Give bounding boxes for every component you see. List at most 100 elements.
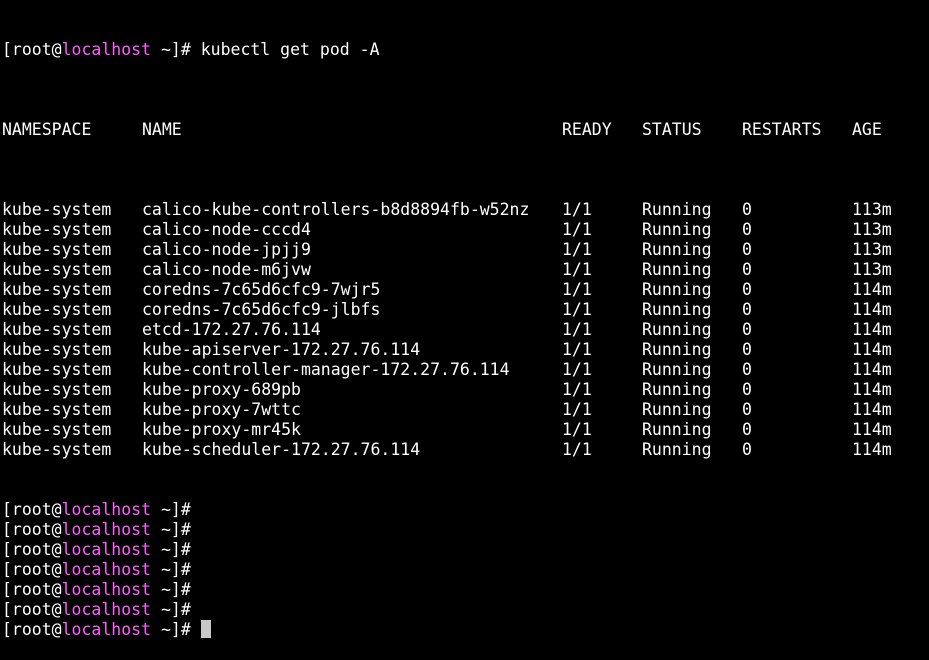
cell-restarts: 0	[742, 340, 752, 359]
prompt-open: [root@	[2, 500, 62, 519]
table-row: kube-system kube-controller-manager-172.2…	[2, 360, 929, 380]
cell-restarts: 0	[742, 220, 752, 239]
cell-pod-name: kube-proxy-7wttc	[142, 400, 301, 419]
cell-namespace: kube-system	[2, 320, 112, 339]
cell-pod-name: calico-node-m6jvw	[142, 260, 311, 279]
cell-age: 114m	[852, 420, 892, 439]
prompt-line: [root@localhost ~]#	[2, 560, 929, 580]
header-name: NAME	[142, 120, 182, 139]
cell-age: 114m	[852, 320, 892, 339]
cell-namespace: kube-system	[2, 280, 112, 299]
cell-age: 114m	[852, 340, 892, 359]
cell-ready: 1/1	[562, 220, 592, 239]
cell-status: Running	[642, 200, 712, 219]
table-row: kube-system kube-apiserver-172.27.76.114 1…	[2, 340, 929, 360]
table-row: kube-system kube-scheduler-172.27.76.114 1…	[2, 440, 929, 460]
prompt-host: localhost	[61, 600, 152, 619]
cell-namespace: kube-system	[2, 220, 112, 239]
cell-pod-name: kube-proxy-mr45k	[142, 420, 301, 439]
cell-age: 114m	[852, 440, 892, 459]
table-row: kube-system calico-node-cccd4 1/1 Running 0 1…	[2, 220, 929, 240]
cell-pod-name: calico-node-cccd4	[142, 220, 311, 239]
cell-namespace: kube-system	[2, 240, 112, 259]
table-row: kube-system kube-proxy-mr45k 1/1 Running 0 11…	[2, 420, 929, 440]
prompt-open: [root@	[2, 560, 62, 579]
prompt-line: [root@localhost ~]#	[2, 500, 929, 520]
cell-namespace: kube-system	[2, 420, 112, 439]
cell-status: Running	[642, 360, 712, 379]
cell-namespace: kube-system	[2, 400, 112, 419]
cell-status: Running	[642, 340, 712, 359]
cell-pod-name: coredns-7c65d6cfc9-jlbfs	[142, 300, 381, 319]
cell-namespace: kube-system	[2, 340, 112, 359]
prompt-line: [root@localhost ~]#	[2, 540, 929, 560]
prompt-line: [root@localhost ~]#	[2, 620, 929, 640]
prompt-line: [root@localhost ~]#	[2, 600, 929, 620]
cell-age: 113m	[852, 260, 892, 279]
cell-status: Running	[642, 260, 712, 279]
cell-restarts: 0	[742, 400, 752, 419]
prompt-close: ~]#	[151, 560, 191, 579]
prompt-close: ~]#	[151, 620, 191, 639]
prompt-host: localhost	[61, 540, 152, 559]
cell-restarts: 0	[742, 360, 752, 379]
empty-prompts: [root@localhost ~]# [root@localhost ~]# [r…	[2, 500, 929, 640]
prompt-line: [root@localhost ~]#	[2, 520, 929, 540]
table-row: kube-system kube-proxy-689pb 1/1 Running 0 11…	[2, 380, 929, 400]
prompt-open: [root@	[2, 40, 62, 59]
prompt-open: [root@	[2, 520, 62, 539]
header-ready: READY	[562, 120, 612, 139]
cell-age: 114m	[852, 400, 892, 419]
table-row: kube-system calico-kube-controllers-b8d88…	[2, 200, 929, 220]
prompt-open: [root@	[2, 540, 62, 559]
prompt-host: localhost	[61, 580, 152, 599]
cell-pod-name: coredns-7c65d6cfc9-7wjr5	[142, 280, 381, 299]
header-age: AGE	[852, 120, 882, 139]
cell-ready: 1/1	[562, 380, 592, 399]
prompt-close: ~]#	[151, 540, 191, 559]
prompt-close: ~]#	[151, 520, 191, 539]
cell-status: Running	[642, 220, 712, 239]
cell-age: 113m	[852, 200, 892, 219]
cell-ready: 1/1	[562, 360, 592, 379]
cell-restarts: 0	[742, 240, 752, 259]
cell-status: Running	[642, 380, 712, 399]
cell-namespace: kube-system	[2, 440, 112, 459]
prompt-open: [root@	[2, 620, 62, 639]
cell-restarts: 0	[742, 380, 752, 399]
prompt-open: [root@	[2, 600, 62, 619]
cell-ready: 1/1	[562, 420, 592, 439]
terminal-window[interactable]: [root@localhost ~]# kubectl get pod -A N…	[0, 0, 929, 639]
cell-age: 113m	[852, 240, 892, 259]
cell-pod-name: calico-node-jpjj9	[142, 240, 311, 259]
cell-status: Running	[642, 320, 712, 339]
prompt-close: ~]#	[151, 600, 191, 619]
prompt-host: localhost	[61, 560, 152, 579]
cell-age: 114m	[852, 360, 892, 379]
prompt-close: ~]#	[151, 500, 191, 519]
cell-ready: 1/1	[562, 440, 592, 459]
pod-table-body: kube-system calico-kube-controllers-b8d88…	[2, 200, 929, 460]
header-status: STATUS	[642, 120, 702, 139]
cell-restarts: 0	[742, 440, 752, 459]
table-row: kube-system coredns-7c65d6cfc9-7wjr5 1/1 Ru…	[2, 280, 929, 300]
table-row: kube-system etcd-172.27.76.114 1/1 Running 0…	[2, 320, 929, 340]
cell-pod-name: kube-scheduler-172.27.76.114	[142, 440, 421, 459]
cell-namespace: kube-system	[2, 300, 112, 319]
cell-pod-name: kube-apiserver-172.27.76.114	[142, 340, 421, 359]
prompt-host: localhost	[61, 520, 152, 539]
cell-status: Running	[642, 240, 712, 259]
cell-ready: 1/1	[562, 320, 592, 339]
prompt-line: [root@localhost ~]#	[2, 580, 929, 600]
cell-restarts: 0	[742, 300, 752, 319]
cell-restarts: 0	[742, 260, 752, 279]
cell-restarts: 0	[742, 420, 752, 439]
text-cursor[interactable]	[200, 620, 211, 638]
table-row: kube-system kube-proxy-7wttc 1/1 Running 0 11…	[2, 400, 929, 420]
cell-ready: 1/1	[562, 400, 592, 419]
prompt-close: ~]#	[151, 40, 191, 59]
table-row: kube-system calico-node-m6jvw 1/1 Running 0 1…	[2, 260, 929, 280]
cell-ready: 1/1	[562, 260, 592, 279]
cell-ready: 1/1	[562, 200, 592, 219]
cell-ready: 1/1	[562, 240, 592, 259]
